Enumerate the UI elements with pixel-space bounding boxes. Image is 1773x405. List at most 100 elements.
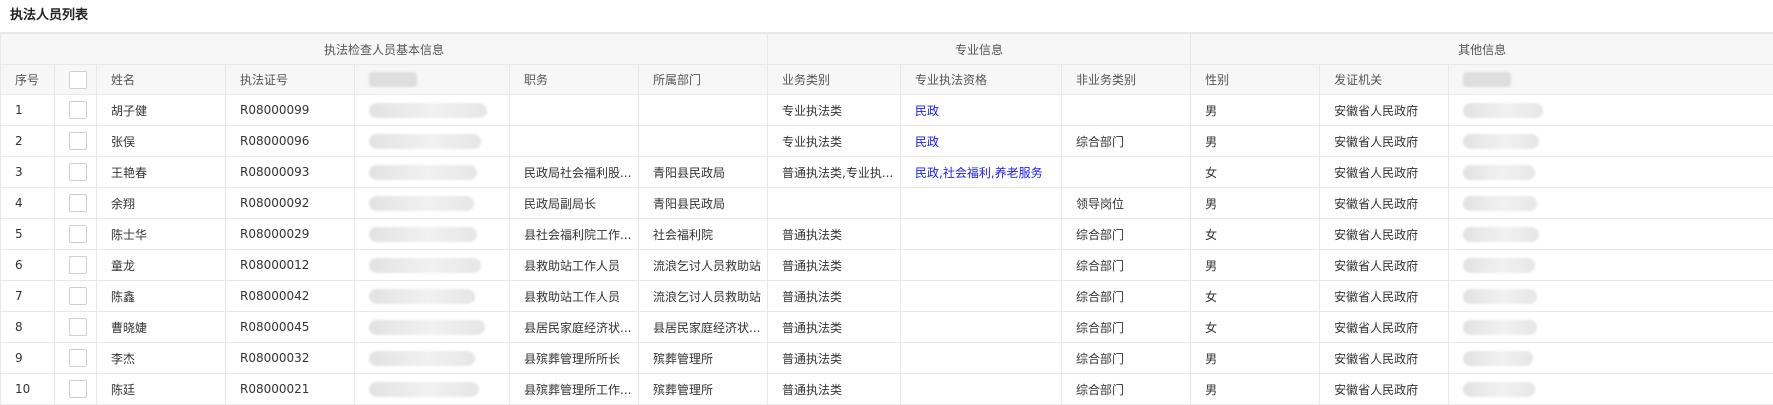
cell-professional-qualification[interactable]: 民政,社会福利,养老服务 [901, 157, 1062, 188]
redacted-value [369, 289, 475, 304]
cell-position [510, 95, 639, 126]
cell-professional-qualification [901, 188, 1062, 219]
cell-name: 李杰 [97, 343, 226, 374]
cell-gender: 男 [1191, 250, 1320, 281]
cell-select[interactable] [55, 343, 97, 374]
cell-professional-qualification[interactable]: 民政 [901, 95, 1062, 126]
cell-cert-number: R08000021 [226, 374, 355, 405]
col-header-index[interactable]: 序号 [1, 65, 55, 95]
redacted-value [369, 227, 477, 242]
cell-select[interactable] [55, 312, 97, 343]
col-header-redacted-2[interactable] [1449, 65, 1773, 95]
cell-redacted-2 [1449, 126, 1773, 157]
col-header-professional-qualification[interactable]: 专业执法资格 [901, 65, 1062, 95]
row-checkbox[interactable] [69, 132, 87, 150]
redacted-value [369, 320, 485, 335]
cell-gender: 女 [1191, 312, 1320, 343]
cell-non-business-category [1062, 157, 1191, 188]
cell-cert-number: R08000012 [226, 250, 355, 281]
col-header-issuing-authority[interactable]: 发证机关 [1320, 65, 1449, 95]
row-checkbox[interactable] [69, 287, 87, 305]
cell-non-business-category: 综合部门 [1062, 126, 1191, 157]
redacted-value-2 [1463, 196, 1537, 211]
group-header-professional-info: 专业信息 [768, 34, 1191, 65]
row-checkbox[interactable] [69, 101, 87, 119]
cell-redacted [355, 250, 510, 281]
table-row[interactable]: 3王艳春R08000093民政局社会福利股...青阳县民政局普通执法类,专业执.… [1, 157, 1773, 188]
col-header-cert-number[interactable]: 执法证号 [226, 65, 355, 95]
cell-select[interactable] [55, 281, 97, 312]
row-checkbox[interactable] [69, 163, 87, 181]
cell-index: 10 [1, 374, 55, 405]
cell-position: 县殡葬管理所所长 [510, 343, 639, 374]
cell-select[interactable] [55, 157, 97, 188]
cell-name: 陈鑫 [97, 281, 226, 312]
col-header-select-all[interactable] [55, 65, 97, 95]
redacted-value-2 [1463, 134, 1539, 149]
cell-professional-qualification [901, 219, 1062, 250]
cell-cert-number: R08000045 [226, 312, 355, 343]
table-row[interactable]: 4余翔R08000092民政局副局长青阳县民政局领导岗位男安徽省人民政府 [1, 188, 1773, 219]
cell-select[interactable] [55, 374, 97, 405]
row-checkbox[interactable] [69, 318, 87, 336]
cell-cert-number: R08000042 [226, 281, 355, 312]
row-checkbox[interactable] [69, 194, 87, 212]
redacted-value-2 [1463, 103, 1543, 118]
group-header-basic-info: 执法检查人员基本信息 [1, 34, 768, 65]
cell-redacted [355, 95, 510, 126]
cell-position: 民政局社会福利股... [510, 157, 639, 188]
cell-select[interactable] [55, 95, 97, 126]
col-header-department[interactable]: 所属部门 [639, 65, 768, 95]
cell-redacted-2 [1449, 95, 1773, 126]
cell-index: 2 [1, 126, 55, 157]
cell-professional-qualification [901, 250, 1062, 281]
row-checkbox[interactable] [69, 225, 87, 243]
cell-select[interactable] [55, 219, 97, 250]
table-row[interactable]: 9李杰R08000032县殡葬管理所所长殡葬管理所普通执法类综合部门男安徽省人民… [1, 343, 1773, 374]
cell-business-category: 普通执法类 [768, 250, 901, 281]
redacted-value-2 [1463, 320, 1537, 335]
col-header-gender[interactable]: 性别 [1191, 65, 1320, 95]
col-header-redacted[interactable] [355, 65, 510, 95]
table-row[interactable]: 2张俣R08000096专业执法类民政综合部门男安徽省人民政府 [1, 126, 1773, 157]
cell-index: 4 [1, 188, 55, 219]
cell-gender: 女 [1191, 281, 1320, 312]
cell-department: 社会福利院 [639, 219, 768, 250]
cell-non-business-category: 综合部门 [1062, 374, 1191, 405]
cell-select[interactable] [55, 250, 97, 281]
table-row[interactable]: 7陈鑫R08000042县救助站工作人员流浪乞讨人员救助站普通执法类综合部门女安… [1, 281, 1773, 312]
table-row[interactable]: 10陈廷R08000021县殡葬管理所工作...殡葬管理所普通执法类综合部门男安… [1, 374, 1773, 405]
col-header-non-business-category[interactable]: 非业务类别 [1062, 65, 1191, 95]
cell-issuing-authority: 安徽省人民政府 [1320, 343, 1449, 374]
redacted-value-2 [1463, 165, 1535, 180]
cell-cert-number: R08000096 [226, 126, 355, 157]
col-header-name[interactable]: 姓名 [97, 65, 226, 95]
col-header-business-category[interactable]: 业务类别 [768, 65, 901, 95]
cell-redacted-2 [1449, 157, 1773, 188]
cell-professional-qualification [901, 312, 1062, 343]
redacted-value [369, 165, 477, 180]
redacted-value-2 [1463, 382, 1535, 397]
cell-gender: 男 [1191, 374, 1320, 405]
cell-name: 童龙 [97, 250, 226, 281]
cell-gender: 女 [1191, 219, 1320, 250]
col-header-position[interactable]: 职务 [510, 65, 639, 95]
cell-select[interactable] [55, 188, 97, 219]
row-checkbox[interactable] [69, 349, 87, 367]
row-checkbox[interactable] [69, 380, 87, 398]
cell-professional-qualification[interactable]: 民政 [901, 126, 1062, 157]
row-checkbox[interactable] [69, 256, 87, 274]
table-row[interactable]: 6童龙R08000012县救助站工作人员流浪乞讨人员救助站普通执法类综合部门男安… [1, 250, 1773, 281]
cell-position: 县救助站工作人员 [510, 250, 639, 281]
select-all-checkbox[interactable] [69, 71, 87, 89]
cell-non-business-category: 综合部门 [1062, 281, 1191, 312]
table-row[interactable]: 5陈士华R08000029县社会福利院工作...社会福利院普通执法类综合部门女安… [1, 219, 1773, 250]
cell-business-category: 普通执法类 [768, 281, 901, 312]
table-row[interactable]: 1胡子健R08000099专业执法类民政男安徽省人民政府 [1, 95, 1773, 126]
cell-index: 3 [1, 157, 55, 188]
redacted-value [369, 382, 479, 397]
cell-select[interactable] [55, 126, 97, 157]
cell-redacted-2 [1449, 281, 1773, 312]
table-row[interactable]: 8曹晓婕R08000045县居民家庭经济状...县居民家庭经济状...普通执法类… [1, 312, 1773, 343]
cell-redacted-2 [1449, 250, 1773, 281]
